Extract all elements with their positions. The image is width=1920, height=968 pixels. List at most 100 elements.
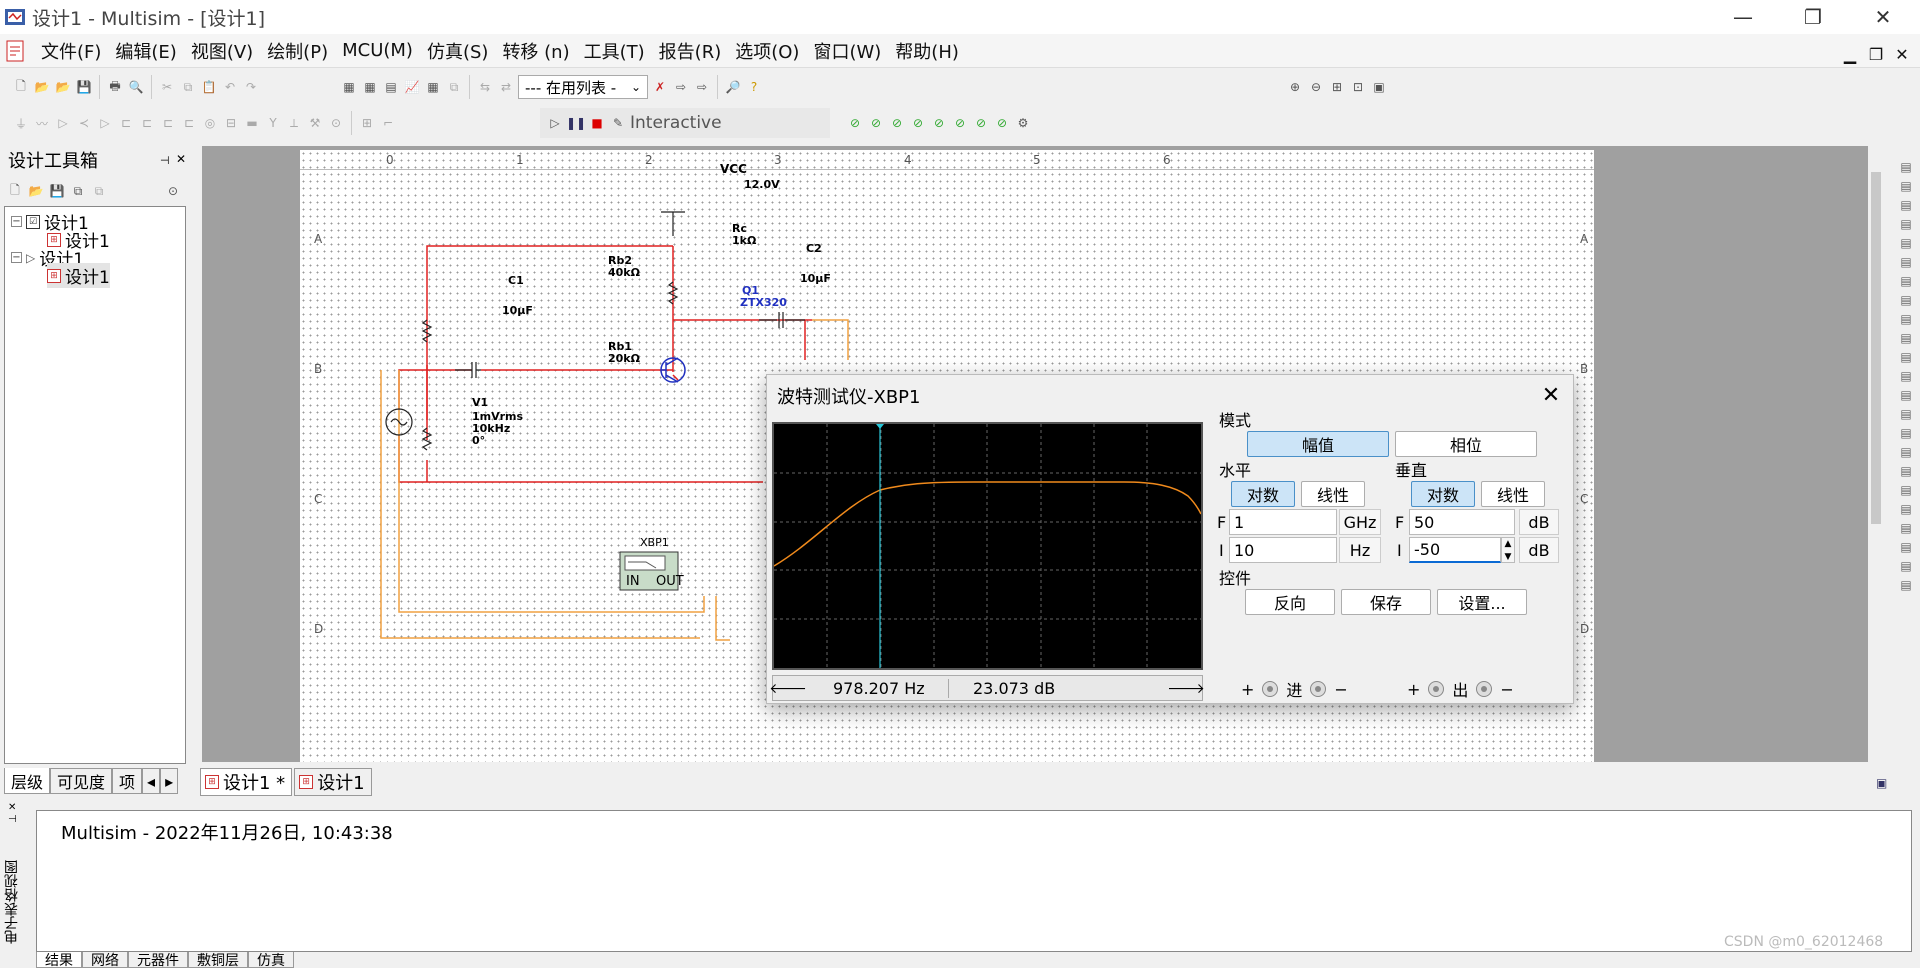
toolbox-options-icon[interactable]: ⊙ [164, 182, 182, 200]
interactive-icon[interactable]: ✎ [609, 114, 627, 132]
analog-icon[interactable]: ▷ [96, 114, 114, 132]
ttl-icon[interactable]: ⊏ [117, 114, 135, 132]
gear-icon[interactable]: ⚙ [1014, 114, 1032, 132]
bode-plot-display[interactable] [772, 422, 1203, 670]
bus-icon[interactable]: ⌐ [379, 114, 397, 132]
horizontal-final-input[interactable]: 1 [1229, 509, 1337, 535]
settings-button[interactable]: 设置... [1437, 589, 1527, 615]
annotate-icon[interactable]: ⇆ [476, 78, 494, 96]
close-icon[interactable]: ✕ [8, 802, 16, 813]
current-probe-icon[interactable]: ⊘ [867, 114, 885, 132]
menu-reports[interactable]: 报告(R) [652, 38, 729, 64]
interactive-mode-label[interactable]: Interactive [630, 113, 722, 133]
vertical-scrollbar-thumb[interactable] [1871, 172, 1881, 524]
advanced-peripherals-icon[interactable]: Y [264, 114, 282, 132]
minimize-button[interactable]: — [1714, 0, 1772, 34]
open-icon[interactable]: 📂 [27, 182, 45, 200]
differential-probe-icon[interactable]: ⊘ [909, 114, 927, 132]
pin-icon[interactable]: ⊣ [8, 814, 17, 825]
source-icon[interactable]: ⏚ [12, 114, 30, 132]
zoom-sheet-icon[interactable]: ⊡ [1349, 78, 1367, 96]
print-icon[interactable]: 🖶 [106, 78, 124, 96]
tree-node-sheet1-b[interactable]: ⊞ 设计1 [47, 263, 110, 288]
tab-menu-icon[interactable]: ▣ [1876, 776, 1887, 790]
save-icon[interactable]: 💾 [48, 182, 66, 200]
collapse-icon[interactable]: − [11, 252, 22, 263]
transfer-icon[interactable]: ⇨ [672, 78, 690, 96]
menu-view[interactable]: 视图(V) [184, 38, 260, 64]
in-use-list-select[interactable]: --- 在用列表 - ⌄ [518, 75, 648, 99]
tab-scroll-left-icon[interactable]: ◂ [142, 768, 161, 794]
hierarchy-icon[interactable]: ⧉ [445, 78, 463, 96]
diode-icon[interactable]: ▷ [54, 114, 72, 132]
close-icon[interactable]: ✕ [1537, 381, 1565, 409]
tab-design1[interactable]: ⊞ 设计1 [294, 768, 372, 796]
full-screen-icon[interactable]: ▣ [1370, 78, 1388, 96]
reverse-button[interactable]: 反向 [1245, 589, 1335, 615]
tab-design1-modified[interactable]: ⊞ 设计1 * [200, 768, 293, 796]
cursor-left-button[interactable]: 🡐 [769, 677, 807, 699]
vertical-initial-input[interactable]: -50 [1409, 537, 1501, 563]
reference-probe-icon[interactable]: ⊘ [930, 114, 948, 132]
stop-icon[interactable]: ■ [588, 114, 606, 132]
menu-place[interactable]: 绘制(P) [260, 38, 335, 64]
zoom-area-icon[interactable]: ⊞ [1328, 78, 1346, 96]
maximize-button[interactable]: ❐ [1784, 0, 1842, 34]
rf-icon[interactable]: ⟂ [285, 114, 303, 132]
cmos-icon[interactable]: ⊏ [138, 114, 156, 132]
digital-probe-icon[interactable]: ⊘ [951, 114, 969, 132]
vertical-final-input[interactable]: 50 [1409, 509, 1515, 535]
tab-visibility[interactable]: 可见度 [50, 768, 113, 794]
help-icon[interactable]: ? [745, 78, 763, 96]
back-annotate-icon[interactable]: ⇄ [497, 78, 515, 96]
close-icon[interactable]: ✕ [176, 152, 186, 166]
electromechanical-icon[interactable]: ⚒ [306, 114, 324, 132]
paste-icon[interactable]: 📋 [200, 78, 218, 96]
tab-results[interactable]: 结果 [36, 952, 82, 968]
misc-digital-icon[interactable]: ⊏ [159, 114, 177, 132]
out-plus-terminal[interactable] [1428, 681, 1445, 697]
grapher-icon[interactable]: 📈 [403, 78, 421, 96]
tab-components[interactable]: 元器件 [128, 952, 188, 968]
mdi-minimize-button[interactable]: ▁ [1840, 44, 1860, 64]
run-icon[interactable]: ▷ [546, 114, 564, 132]
database-icon[interactable]: ▤ [382, 78, 400, 96]
tab-scroll-right-icon[interactable]: ▸ [160, 768, 179, 794]
cursor-handle[interactable] [876, 424, 884, 429]
new-icon[interactable]: 🗋 [6, 182, 24, 200]
magnitude-button[interactable]: 幅值 [1247, 431, 1389, 457]
probe-dir-icon[interactable]: ⊘ [993, 114, 1011, 132]
menu-edit[interactable]: 编辑(E) [108, 38, 183, 64]
voltage-probe-icon[interactable]: ⊘ [846, 114, 864, 132]
print-preview-icon[interactable]: 🔍 [127, 78, 145, 96]
zoom-in-icon[interactable]: ⊕ [1286, 78, 1304, 96]
close-button[interactable]: ✕ [1854, 0, 1912, 34]
menu-tools[interactable]: 工具(T) [577, 38, 652, 64]
indicator-icon[interactable]: ◎ [201, 114, 219, 132]
mdi-close-button[interactable]: ✕ [1892, 44, 1912, 64]
basic-icon[interactable]: 〰 [33, 114, 51, 132]
component-icon[interactable]: ▦ [424, 78, 442, 96]
save-icon[interactable]: 💾 [75, 78, 93, 96]
document-icon[interactable] [4, 39, 28, 63]
in-minus-terminal[interactable] [1310, 681, 1327, 697]
horizontal-final-unit[interactable]: GHz [1339, 509, 1381, 535]
menu-help[interactable]: 帮助(H) [888, 38, 966, 64]
tab-hierarchy[interactable]: 层级 [4, 768, 51, 794]
tab-nets[interactable]: 网络 [82, 952, 128, 968]
tab-project[interactable]: 项 [112, 768, 143, 794]
spreadsheet-icon[interactable]: ▦ [361, 78, 379, 96]
properties-icon[interactable]: ⧉ [90, 182, 108, 200]
cursor-right-button[interactable]: 🡒 [1167, 677, 1205, 699]
horizontal-linear-button[interactable]: 线性 [1301, 481, 1365, 507]
save-button[interactable]: 保存 [1341, 589, 1431, 615]
forward-annotate-icon[interactable]: ⇨ [693, 78, 711, 96]
hierarchical-block-icon[interactable]: ⊞ [358, 114, 376, 132]
vertical-initial-unit[interactable]: dB [1519, 537, 1559, 563]
cut-icon[interactable]: ✂ [158, 78, 176, 96]
phase-button[interactable]: 相位 [1395, 431, 1537, 457]
probe-settings-icon[interactable]: ⊘ [972, 114, 990, 132]
spinner-updown[interactable]: ▲ ▼ [1501, 537, 1515, 563]
menu-simulate[interactable]: 仿真(S) [420, 38, 495, 64]
close-doc-icon[interactable]: ⧉ [69, 182, 87, 200]
